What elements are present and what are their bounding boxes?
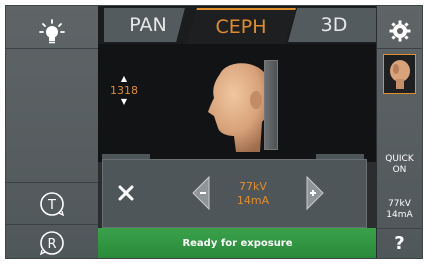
- patient-preview: ▲ 1318 ▼: [98, 44, 377, 162]
- status-bar: Ready for exposure: [98, 228, 377, 258]
- gear-icon[interactable]: [377, 14, 422, 48]
- plus-arrow-icon[interactable]: [303, 174, 327, 212]
- counter-down-icon[interactable]: ▼: [108, 97, 140, 107]
- help-button[interactable]: ?: [377, 233, 422, 254]
- quick-ma: 14mA: [386, 210, 413, 220]
- tab-ceph[interactable]: CEPH: [186, 8, 296, 44]
- light-bulb-icon[interactable]: [6, 12, 98, 52]
- t-rotate-icon: T: [40, 192, 65, 217]
- tab-3d-label: 3D: [320, 14, 348, 36]
- r-label: R: [47, 237, 56, 252]
- quick-line1: QUICK: [385, 154, 414, 164]
- t-rotate-button[interactable]: T: [6, 184, 98, 224]
- counter-up-icon[interactable]: ▲: [108, 74, 140, 84]
- left-panel: T R: [6, 6, 99, 258]
- tab-3d[interactable]: 3D: [288, 8, 380, 42]
- quick-line2: ON: [392, 165, 407, 175]
- tab-pan[interactable]: PAN: [104, 8, 185, 42]
- r-rotate-icon: R: [39, 231, 64, 256]
- quick-exposure-values: 77kV 14mA: [377, 199, 422, 221]
- tab-ceph-label: CEPH: [215, 16, 267, 38]
- r-rotate-button[interactable]: R: [6, 226, 98, 260]
- help-label: ?: [394, 233, 405, 254]
- status-text: Ready for exposure: [182, 237, 293, 249]
- minus-arrow-icon[interactable]: [189, 174, 213, 212]
- exposure-control-panel: 77kV 14mA: [102, 159, 367, 228]
- t-label: T: [47, 198, 56, 213]
- quick-kv: 77kV: [388, 199, 411, 209]
- quick-mode-toggle[interactable]: QUICK ON: [377, 154, 422, 176]
- ma-value: 14mA: [236, 194, 270, 207]
- cephalostat-arm: [264, 60, 278, 150]
- counter-value: 1318: [110, 84, 138, 97]
- close-x-icon[interactable]: [109, 176, 143, 210]
- right-panel: QUICK ON 77kV 14mA ?: [376, 6, 422, 258]
- tab-pan-label: PAN: [129, 14, 167, 36]
- height-counter[interactable]: ▲ 1318 ▼: [108, 74, 140, 107]
- exposure-values: 77kV 14mA: [213, 180, 293, 208]
- kv-value: 77kV: [239, 180, 267, 193]
- device-screen: T R PAN 3D CEPH ▲ 1318 ▼ 77kV 14mA Ready…: [5, 5, 423, 259]
- ceph-position-thumbnail[interactable]: [383, 54, 416, 94]
- mode-tab-bar: PAN 3D CEPH: [98, 6, 380, 44]
